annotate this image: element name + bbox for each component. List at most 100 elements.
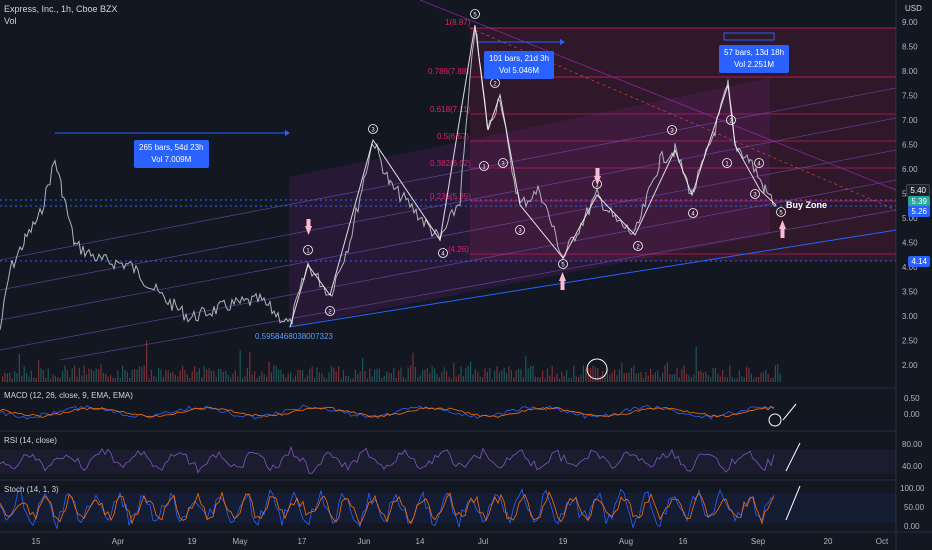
volume-bar xyxy=(306,375,308,382)
macd-legend[interactable]: MACD (12, 26, close, 9, EMA, EMA) xyxy=(4,391,133,400)
volume-bar xyxy=(623,373,625,382)
volume-bar xyxy=(126,371,128,382)
volume-bar xyxy=(558,378,560,382)
low-value-label: 0.5958468038007323 xyxy=(255,332,333,341)
volume-bar xyxy=(107,376,109,382)
volume-bar xyxy=(693,374,695,382)
volume-bar xyxy=(467,365,469,382)
volume-legend[interactable]: Vol xyxy=(4,16,17,26)
volume-bar xyxy=(582,365,584,382)
volume-bar xyxy=(513,377,515,382)
volume-bar xyxy=(285,377,287,382)
volume-bar xyxy=(383,375,385,382)
volume-bar xyxy=(52,374,54,382)
volume-bar xyxy=(630,367,632,382)
volume-bar xyxy=(215,377,217,382)
volume-bar xyxy=(246,367,248,382)
volume-bar xyxy=(450,378,452,382)
symbol-title[interactable]: Express, Inc., 1h, Cboe BZX xyxy=(4,4,118,14)
price-tick: 2.50 xyxy=(902,337,918,346)
volume-bar xyxy=(402,376,404,382)
volume-bar xyxy=(753,378,755,382)
volume-bar xyxy=(472,374,474,382)
volume-bar xyxy=(117,370,119,382)
rsi-tick: 80.00 xyxy=(902,440,923,449)
volume-bar xyxy=(122,365,124,382)
volume-bar xyxy=(686,373,688,382)
volume-bar xyxy=(369,368,371,382)
time-axis[interactable]: 15 Apr 19 May 17 Jun 14 Jul 19 Aug 16 Sep 20 Oct xyxy=(32,537,889,546)
volume-bar xyxy=(390,373,392,382)
volume-bar xyxy=(18,353,20,382)
volume-bar xyxy=(62,371,64,382)
volume-bar xyxy=(414,367,416,382)
volume-bar xyxy=(129,378,131,382)
rsi-legend[interactable]: RSI (14, close) xyxy=(4,436,57,445)
volume-bar xyxy=(410,365,412,382)
volume-bar xyxy=(189,378,191,382)
volume-bar xyxy=(314,377,316,382)
volume-bar xyxy=(549,375,551,382)
volume-bar xyxy=(318,372,320,382)
volume-bar xyxy=(148,378,150,382)
volume-bar xyxy=(131,369,133,382)
volume-bar xyxy=(376,368,378,382)
volume-bar xyxy=(381,377,383,382)
volume-bar xyxy=(650,368,652,382)
volume-bar xyxy=(542,370,544,382)
price-tag: 4.14 xyxy=(908,256,930,267)
callout-volume: Vol 7.009M xyxy=(151,155,192,164)
volume-bar xyxy=(206,369,208,382)
volume-bar xyxy=(71,368,73,382)
volume-bar xyxy=(671,374,673,382)
stoch-tick: 50.00 xyxy=(904,503,925,512)
volume-bar xyxy=(674,374,676,382)
volume-bar xyxy=(323,377,325,382)
volume-bar xyxy=(174,374,176,382)
volume-bar xyxy=(11,378,13,382)
price-tag: 5.26 xyxy=(908,206,930,217)
volume-bar xyxy=(222,371,224,382)
chart-canvas[interactable]: 1(8.87) 0.786(7.88) 0.618(7.11) 0.5(6.57… xyxy=(0,0,932,550)
volume-bar xyxy=(570,377,572,382)
price-tick: 3.50 xyxy=(902,288,918,297)
time-tick: 19 xyxy=(559,537,568,546)
volume-bar xyxy=(74,365,76,382)
volume-bar xyxy=(621,362,623,382)
volume-bar xyxy=(683,365,685,382)
volume-bar xyxy=(201,377,203,382)
volume-bar xyxy=(762,372,764,382)
volume-bar xyxy=(321,373,323,382)
volume-bar xyxy=(21,375,23,382)
volume-bar xyxy=(30,370,32,382)
volume-bar xyxy=(59,377,61,382)
volume-bar xyxy=(530,366,532,382)
volume-bar xyxy=(208,368,210,382)
volume-bar xyxy=(496,366,498,382)
volume-bar xyxy=(350,378,352,382)
volume-bar xyxy=(400,367,402,382)
stoch-tick: 0.00 xyxy=(904,522,920,531)
measure-callout: 101 bars, 21d 3h Vol 5.046M xyxy=(484,51,555,79)
volume-bar xyxy=(539,377,541,382)
volume-bar xyxy=(66,369,68,382)
volume-bar xyxy=(515,370,517,382)
volume-bar xyxy=(42,370,44,382)
volume-bar xyxy=(503,367,505,382)
volume-bar xyxy=(112,377,114,382)
volume-bar xyxy=(506,373,508,382)
volume-bar xyxy=(484,368,486,382)
volume-bar xyxy=(575,376,577,382)
volume-bar xyxy=(232,373,234,382)
volume-bar xyxy=(234,370,236,382)
volume-bar xyxy=(755,377,757,382)
volume-bar xyxy=(690,377,692,382)
volume-bar xyxy=(95,368,97,382)
volume-bar xyxy=(90,369,92,382)
volume-bar xyxy=(580,375,582,382)
stoch-legend[interactable]: Stoch (14, 1, 3) xyxy=(4,485,59,494)
measure-arrowhead xyxy=(285,130,290,136)
volume-bar xyxy=(594,367,596,382)
volume-bar xyxy=(508,366,510,382)
volume-bar xyxy=(98,369,100,382)
